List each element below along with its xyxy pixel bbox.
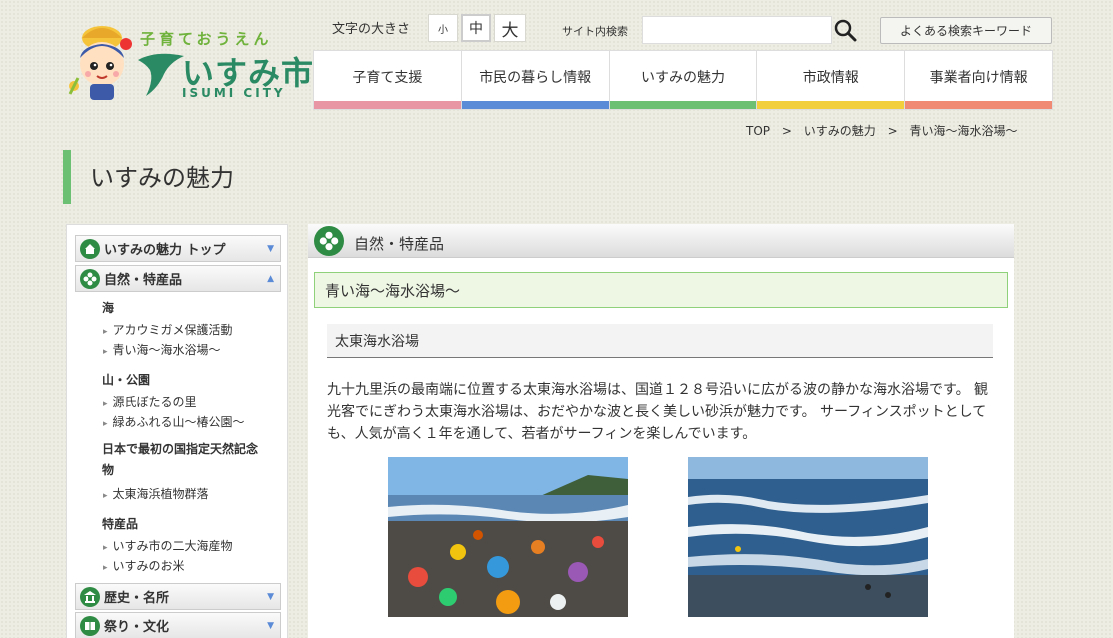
site-header: 子育ておうえん いすみ市 ISUMI CITY 文字の大きさ 小 中 大 サイト…	[0, 0, 1113, 112]
sidebar-link-seafood[interactable]: いすみ市の二大海産物	[103, 537, 233, 554]
page-heading: 青い海～海水浴場～	[314, 272, 1008, 308]
sidebar-link-plants[interactable]: 太東海浜植物群落	[103, 485, 209, 502]
beach-crowd-photo	[388, 457, 628, 617]
search-button[interactable]	[830, 16, 860, 44]
font-size-large-button[interactable]: 大	[494, 14, 526, 42]
sidebar-head-label: 歴史・名所	[104, 591, 170, 606]
gnav-label: いすみの魅力	[640, 70, 725, 86]
logo-english: ISUMI CITY	[182, 86, 286, 100]
surf-waves-photo	[688, 457, 928, 617]
sidebar-category-monument: 日本で最初の国指定天然記念物	[102, 442, 259, 477]
flower-icon	[80, 268, 100, 289]
sidebar-head-label: いすみの魅力 トップ	[104, 243, 226, 258]
gnav-color-bar	[905, 101, 1052, 109]
sidebar-link-tsubaki[interactable]: 緑あふれる山～椿公園～	[103, 413, 245, 430]
chevron-up-icon: ▲	[267, 274, 274, 284]
gnav-color-bar	[609, 101, 757, 109]
leaf-logo-icon	[138, 53, 184, 96]
gnav-living-info[interactable]: 市民の暮らし情報	[461, 51, 610, 109]
gnav-color-bar	[461, 101, 609, 109]
article-text: 九十九里浜の最南端に位置する太東海水浴場は、国道１２８号沿いに広がる波の静かな海…	[327, 382, 989, 442]
gnav-label: 事業者向け情報	[929, 70, 1028, 86]
sidebar: いすみの魅力 トップ ▼ 自然・特産品 ▲ 海 アカウミガメ保護活動 青い海～海…	[66, 224, 288, 638]
sidebar-link-turtle[interactable]: アカウミガメ保護活動	[103, 321, 233, 338]
breadcrumb-separator: >	[887, 124, 898, 138]
chevron-down-icon: ▼	[267, 592, 274, 602]
logo-subtitle: 子育ておうえん	[140, 30, 273, 48]
font-size-medium-button[interactable]: 中	[461, 14, 491, 42]
sidebar-link-beach[interactable]: 青い海～海水浴場～	[103, 341, 272, 358]
gnav-city-admin[interactable]: 市政情報	[757, 51, 906, 109]
sidebar-link-rice[interactable]: いすみのお米	[103, 557, 185, 574]
main-content: 自然・特産品 青い海～海水浴場～ 太東海水浴場 九十九里浜の最南端に位置する太東…	[308, 224, 1014, 638]
font-size-label: 文字の大きさ	[332, 22, 411, 37]
book-icon	[80, 615, 100, 636]
sidebar-category-products: 特産品	[102, 517, 139, 531]
site-search-label: サイト内検索	[562, 25, 628, 38]
section-title: 自然・特産品	[354, 235, 445, 253]
chevron-down-icon: ▼	[267, 621, 274, 631]
breadcrumb-separator: >	[781, 124, 792, 138]
sidebar-category-sea: 海	[102, 301, 115, 315]
sidebar-head-label: 自然・特産品	[104, 273, 183, 288]
gnav-isumi-charm[interactable]: いすみの魅力	[609, 51, 758, 109]
site-logo[interactable]: 子育ておうえん いすみ市 ISUMI CITY	[64, 24, 313, 104]
page-title-accent	[63, 150, 71, 204]
page-title: いすみの魅力	[90, 164, 234, 192]
font-size-small-button[interactable]: 小	[428, 14, 458, 42]
gnav-color-bar	[314, 101, 461, 109]
sidebar-head-nature[interactable]: 自然・特産品 ▲	[75, 265, 281, 292]
chevron-down-icon: ▼	[267, 244, 274, 254]
section-header: 自然・特産品	[308, 224, 1014, 258]
breadcrumb-charm-link[interactable]: いすみの魅力	[804, 124, 876, 138]
article-heading: 太東海水浴場	[327, 324, 993, 358]
sidebar-head-top[interactable]: いすみの魅力 トップ ▼	[75, 235, 281, 262]
gnav-label: 市政情報	[802, 70, 859, 86]
search-icon	[834, 19, 857, 42]
breadcrumb: TOP > いすみの魅力 > 青い海～海水浴場～	[746, 122, 1025, 139]
site-search-input[interactable]	[642, 16, 832, 44]
gnav-label: 子育て支援	[352, 70, 423, 86]
sidebar-head-festival[interactable]: 祭り・文化 ▼	[75, 612, 281, 638]
house-icon	[80, 238, 100, 259]
gnav-color-bar	[757, 101, 905, 109]
global-nav: 子育て支援 市民の暮らし情報 いすみの魅力 市政情報 事業者向け情報	[313, 50, 1053, 110]
gnav-child-support[interactable]: 子育て支援	[314, 51, 462, 109]
mascot-icon	[68, 26, 132, 100]
gnav-label: 市民の暮らし情報	[479, 70, 592, 86]
sidebar-head-history[interactable]: 歴史・名所 ▼	[75, 583, 281, 610]
sidebar-link-firefly[interactable]: 源氏ぼたるの里	[103, 393, 197, 410]
sidebar-head-label: 祭り・文化	[104, 620, 170, 635]
sidebar-category-mountain: 山・公園	[102, 373, 151, 387]
temple-icon	[80, 586, 100, 607]
breadcrumb-current: 青い海～海水浴場～	[909, 124, 1018, 138]
flower-icon	[314, 226, 344, 256]
gnav-business-info[interactable]: 事業者向け情報	[905, 51, 1052, 109]
search-keywords-button[interactable]: よくある検索キーワード	[880, 17, 1052, 44]
breadcrumb-top-link[interactable]: TOP	[746, 124, 770, 138]
